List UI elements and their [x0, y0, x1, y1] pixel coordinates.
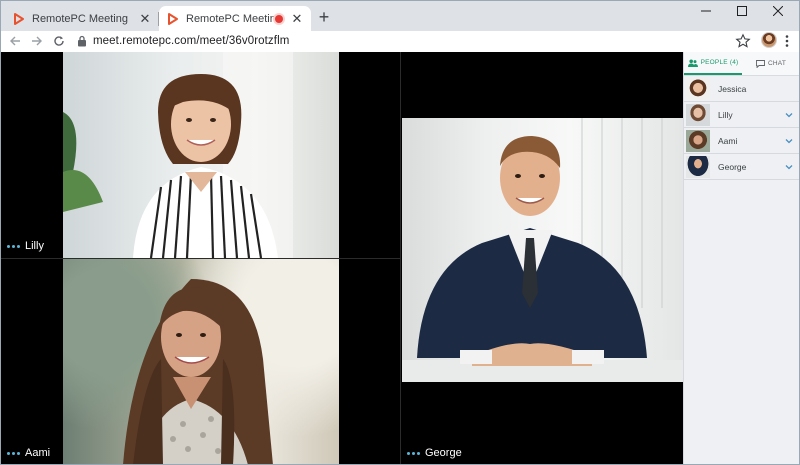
reload-button[interactable] — [51, 33, 67, 49]
tab-chat[interactable]: CHAT — [742, 52, 799, 75]
reload-icon — [54, 36, 64, 46]
video-stage: Lilly Aami George — [1, 52, 683, 464]
list-item[interactable]: Lilly — [684, 102, 799, 128]
participant-list-name: Lilly — [718, 109, 733, 120]
participant-video — [63, 52, 339, 258]
chevron-down-icon[interactable] — [784, 163, 794, 171]
recording-icon — [275, 14, 283, 23]
maximize-icon — [737, 6, 747, 16]
participant-video — [402, 118, 683, 382]
person-image — [402, 118, 683, 382]
sidebar-tabs: PEOPLE (4) CHAT — [684, 52, 799, 76]
list-item[interactable]: Aami — [684, 128, 799, 154]
list-item[interactable]: Jessica — [684, 76, 799, 102]
participant-list-name: Aami — [718, 135, 738, 146]
remotepc-logo-icon — [14, 12, 24, 25]
profile-avatar[interactable] — [761, 32, 777, 48]
tab-title: RemotePC Meeting — [32, 12, 128, 25]
forward-button[interactable] — [29, 33, 45, 49]
more-options-icon[interactable] — [407, 451, 420, 455]
list-item[interactable]: George — [684, 154, 799, 180]
participant-list-name: Jessica — [718, 83, 747, 94]
avatar — [686, 129, 710, 152]
tab-chat-label: CHAT — [767, 60, 786, 67]
chevron-down-icon[interactable] — [784, 137, 794, 145]
avatar — [686, 77, 710, 100]
participant-video — [63, 259, 339, 464]
avatar — [686, 103, 710, 126]
minimize-icon — [701, 10, 711, 12]
close-icon — [773, 6, 783, 16]
person-image — [123, 279, 273, 464]
participant-list: Jessica Lilly Aami George — [684, 76, 799, 180]
back-icon — [10, 36, 20, 46]
forward-icon — [32, 36, 42, 46]
browser-toolbar: meet.remotepc.com/meet/36v0rotzflm — [1, 31, 799, 51]
tab-people[interactable]: PEOPLE (4) — [684, 52, 742, 75]
participants-sidebar: PEOPLE (4) CHAT Jessica Lilly Aami Georg… — [683, 52, 799, 464]
participant-name: George — [425, 447, 462, 459]
address-bar[interactable]: meet.remotepc.com/meet/36v0rotzflm — [71, 32, 721, 50]
avatar — [686, 155, 710, 178]
maximize-button[interactable] — [725, 1, 759, 21]
chevron-down-icon[interactable] — [784, 111, 794, 119]
more-options-icon[interactable] — [7, 244, 20, 248]
tab-strip: RemotePC Meeting ✕ RemotePC Meeting ✕ + — [1, 1, 799, 31]
new-tab-button[interactable]: + — [313, 7, 335, 29]
participant-list-name: George — [718, 161, 747, 172]
participant-name: Aami — [25, 447, 51, 459]
video-tile-george[interactable]: George — [401, 52, 683, 464]
participant-nametag: George — [407, 447, 462, 459]
people-icon — [687, 59, 698, 67]
chat-icon — [756, 59, 765, 68]
tab-remotepc-meeting-2[interactable]: RemotePC Meeting ✕ — [159, 6, 311, 31]
close-window-button[interactable] — [761, 1, 795, 21]
star-icon[interactable] — [735, 33, 751, 49]
participant-nametag: Aami — [7, 447, 50, 459]
more-options-icon[interactable] — [7, 451, 20, 455]
browser-window: RemotePC Meeting ✕ RemotePC Meeting ✕ + — [0, 0, 800, 465]
remotepc-logo-icon — [168, 12, 178, 25]
tab-people-label: PEOPLE (4) — [700, 59, 739, 66]
url-text: meet.remotepc.com/meet/36v0rotzflm — [93, 35, 290, 47]
tab-close-icon[interactable]: ✕ — [139, 11, 151, 27]
minimize-button[interactable] — [689, 1, 723, 21]
participant-nametag: Lilly — [7, 240, 44, 252]
video-tile-aami[interactable]: Aami — [1, 259, 400, 464]
lock-icon — [78, 35, 86, 47]
participant-name: Lilly — [25, 240, 44, 252]
menu-icon[interactable] — [782, 33, 792, 49]
tab-title: RemotePC Meeting — [186, 12, 275, 25]
tab-remotepc-meeting-1[interactable]: RemotePC Meeting ✕ — [5, 6, 159, 31]
tile-divider — [400, 52, 401, 464]
video-tile-lilly[interactable]: Lilly — [1, 52, 400, 258]
person-image — [63, 52, 293, 258]
back-button[interactable] — [7, 33, 23, 49]
tile-divider — [1, 258, 400, 259]
tab-close-icon[interactable]: ✕ — [291, 11, 303, 27]
